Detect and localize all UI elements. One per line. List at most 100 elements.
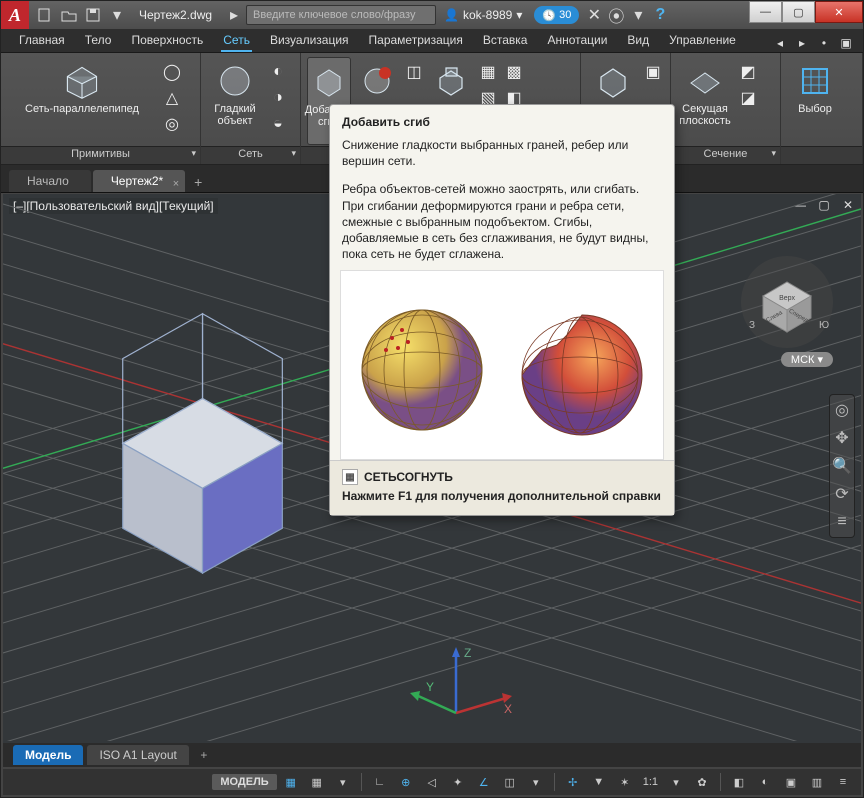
- sb-custom-icon[interactable]: ≡: [831, 771, 855, 793]
- smooth-object-icon: [215, 61, 255, 101]
- qat-save-icon[interactable]: [82, 4, 104, 26]
- layout-tab-iso[interactable]: ISO A1 Layout: [87, 745, 188, 765]
- edit-mini2-icon[interactable]: ▦: [477, 61, 499, 83]
- layout-tabs: Модель ISO A1 Layout +: [3, 743, 861, 767]
- nav-zoom-icon[interactable]: 🔍: [833, 457, 851, 475]
- panel-mesh-title[interactable]: Сеть▾: [201, 146, 300, 164]
- search-input[interactable]: Введите ключевое слово/фразу: [246, 5, 436, 25]
- section-plane-button[interactable]: Секущая плоскость: [677, 57, 733, 145]
- sb-model-button[interactable]: МОДЕЛЬ: [212, 774, 276, 790]
- nav-orbit-icon[interactable]: ⟳: [833, 485, 851, 503]
- nav-wheel-icon[interactable]: ◎: [833, 401, 851, 419]
- sb-annoscale-icon[interactable]: ◧: [727, 771, 751, 793]
- close-tab-icon[interactable]: ×: [173, 173, 179, 195]
- smooth-less-icon[interactable]: ◑: [267, 87, 289, 109]
- tab-manage[interactable]: Управление: [659, 29, 746, 52]
- panel-section-title[interactable]: Сечение▾: [671, 146, 780, 164]
- tab-view[interactable]: Вид: [617, 29, 659, 52]
- ribbon-bullet-icon[interactable]: •: [815, 34, 833, 52]
- nav-rewind-icon[interactable]: ≡: [833, 513, 851, 531]
- tooltip-para2: Ребра объектов-сетей можно заострять, ил…: [330, 177, 674, 270]
- file-tab-add[interactable]: +: [187, 172, 209, 192]
- mesh-torus-icon[interactable]: ◎: [161, 113, 183, 135]
- tab-mesh[interactable]: Сеть: [213, 29, 260, 52]
- sb-3dosnap-icon[interactable]: ◫: [498, 771, 522, 793]
- nav-pan-icon[interactable]: ✥: [833, 429, 851, 447]
- maximize-button[interactable]: ▢: [782, 1, 815, 23]
- sb-clean-icon[interactable]: ▥: [805, 771, 829, 793]
- titlebar: A ▾ Чертеж2.dwg ▸ Введите ключевое слово…: [1, 1, 863, 29]
- primitives-extras: ◯ △ ◎: [161, 57, 183, 135]
- viewcube[interactable]: Верх Слева Спереди З Ю: [737, 250, 837, 350]
- remove-crease-icon: [357, 61, 397, 101]
- sb-gizmo-icon[interactable]: ✶: [613, 771, 637, 793]
- tooltip-help: Нажмите F1 для получения дополнительной …: [342, 489, 662, 505]
- sb-ortho-icon[interactable]: ∟: [368, 771, 392, 793]
- extrude-face-icon: [431, 61, 471, 101]
- convert-mini-icon[interactable]: ▣: [642, 61, 664, 83]
- close-button[interactable]: ✕: [815, 1, 863, 23]
- help-icon[interactable]: ?: [649, 4, 671, 26]
- sb-polar-icon[interactable]: ⊕: [394, 771, 418, 793]
- smooth-more-icon[interactable]: ◐: [267, 61, 289, 83]
- sb-gear-icon[interactable]: ✿: [690, 771, 714, 793]
- help-dropdown-icon[interactable]: ▾: [627, 4, 649, 26]
- cloud-icon[interactable]: ⦿: [605, 4, 627, 26]
- ribbon-scroll-left-icon[interactable]: ◂: [771, 34, 789, 52]
- sb-dropdown2-icon[interactable]: ▾: [524, 771, 548, 793]
- window-controls: — ▢ ✕: [749, 1, 863, 23]
- tab-parametric[interactable]: Параметризация: [359, 29, 473, 52]
- tooltip-title: Добавить сгиб: [330, 105, 674, 133]
- msk-badge[interactable]: МСК ▾: [781, 352, 833, 367]
- sb-hardware-icon[interactable]: ◐: [753, 771, 777, 793]
- minimize-button[interactable]: —: [749, 1, 782, 23]
- qat-open-icon[interactable]: [58, 4, 80, 26]
- mesh-box-button[interactable]: Сеть-параллелепипед: [7, 57, 157, 145]
- section-mini1-icon[interactable]: ◩: [737, 61, 759, 83]
- layout-tab-add[interactable]: +: [193, 745, 215, 765]
- app-logo[interactable]: A: [1, 1, 29, 29]
- sb-dyn-icon[interactable]: ✢: [561, 771, 585, 793]
- sb-track-icon[interactable]: ∠: [472, 771, 496, 793]
- time-pill[interactable]: 🕓30: [534, 6, 579, 24]
- layout-tab-model[interactable]: Модель: [13, 745, 83, 765]
- file-tab-drawing[interactable]: Чертеж2*×: [93, 170, 185, 192]
- tab-surface[interactable]: Поверхность: [121, 29, 213, 52]
- tab-insert[interactable]: Вставка: [473, 29, 538, 52]
- tab-body[interactable]: Тело: [75, 29, 122, 52]
- ribbon-scroll-right-icon[interactable]: ▸: [793, 34, 811, 52]
- section-plane-icon: [685, 61, 725, 101]
- qat-more-icon[interactable]: ▸: [223, 4, 245, 26]
- edit-mini5-icon[interactable]: ▩: [503, 61, 525, 83]
- sb-scale-label[interactable]: 1:1: [639, 771, 662, 793]
- sb-grid-icon[interactable]: ▦: [279, 771, 303, 793]
- smooth-object-button[interactable]: Гладкий объект: [207, 57, 263, 145]
- panel-selection-title[interactable]: [781, 146, 862, 164]
- sb-dropdown1-icon[interactable]: ▾: [331, 771, 355, 793]
- svg-text:Ю: Ю: [819, 320, 829, 331]
- mesh-cone-icon[interactable]: △: [161, 87, 183, 109]
- edit-mini1-icon[interactable]: ◫: [403, 61, 425, 83]
- sb-filter-icon[interactable]: ▼: [587, 771, 611, 793]
- sb-snap-icon[interactable]: ▦: [305, 771, 329, 793]
- tab-visualize[interactable]: Визуализация: [260, 29, 359, 52]
- mesh-sphere-icon[interactable]: ◯: [161, 61, 183, 83]
- svg-text:З: З: [749, 320, 755, 331]
- ucs-icon: Z X Y: [406, 643, 526, 733]
- exchange-icon[interactable]: ✕: [583, 4, 605, 26]
- smooth-refine-icon[interactable]: ◒: [267, 113, 289, 135]
- section-mini2-icon[interactable]: ◪: [737, 87, 759, 109]
- tab-home[interactable]: Главная: [9, 29, 75, 52]
- file-tab-home[interactable]: Начало: [9, 170, 91, 192]
- tab-annotate[interactable]: Аннотации: [537, 29, 617, 52]
- panel-primitives-title[interactable]: Примитивы▾: [1, 146, 200, 164]
- sb-isolate-icon[interactable]: ▣: [779, 771, 803, 793]
- sb-dropdown3-icon[interactable]: ▾: [664, 771, 688, 793]
- qat-dropdown-icon[interactable]: ▾: [106, 4, 128, 26]
- sb-osnap-icon[interactable]: ✦: [446, 771, 470, 793]
- qat-new-icon[interactable]: [34, 4, 56, 26]
- user-menu[interactable]: 👤 kok-8989 ▾: [444, 8, 522, 22]
- sb-iso-icon[interactable]: ◁: [420, 771, 444, 793]
- select-button[interactable]: Выбор: [787, 57, 843, 145]
- ribbon-collapse-icon[interactable]: ▣: [837, 34, 855, 52]
